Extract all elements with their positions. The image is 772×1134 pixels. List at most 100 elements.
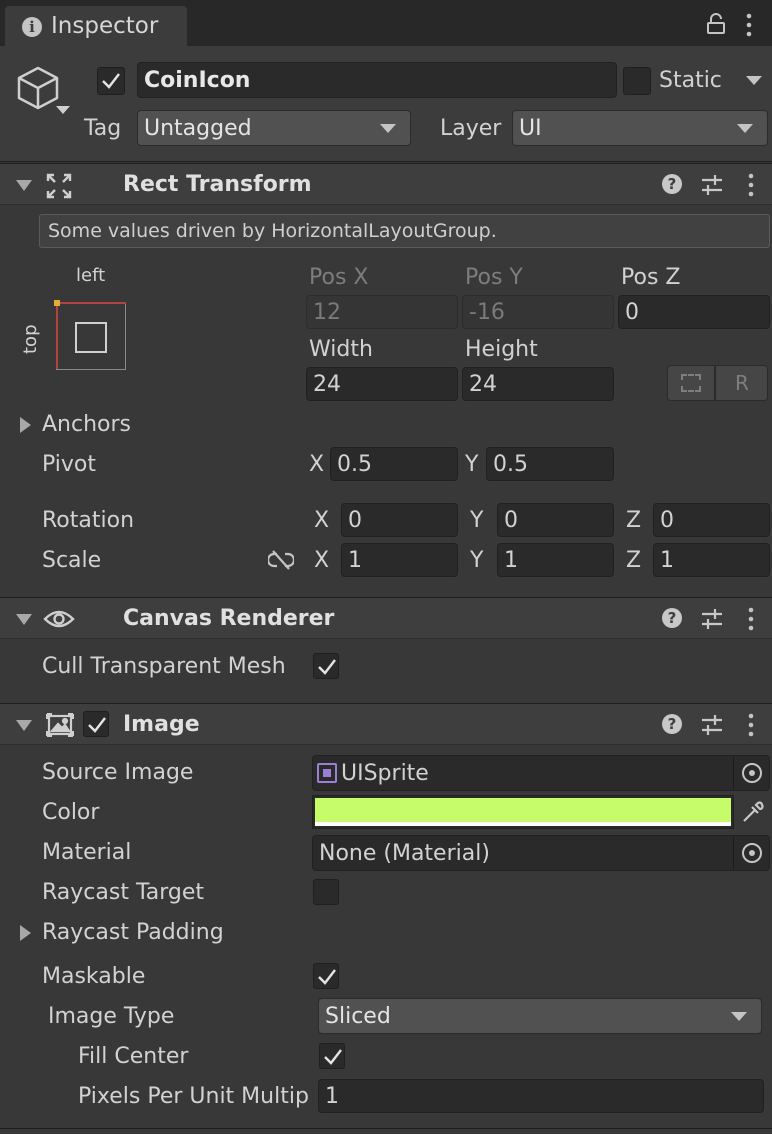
posx-field[interactable]: 12 [306, 295, 458, 329]
scale-x-field[interactable]: 1 [341, 543, 458, 577]
posy-field[interactable]: -16 [462, 295, 614, 329]
anchor-preset-h-label: left [76, 265, 106, 286]
color-label: Color [42, 800, 100, 825]
width-field[interactable]: 24 [306, 367, 458, 401]
image-header[interactable]: Image ? [0, 703, 772, 745]
static-checkbox[interactable] [623, 67, 651, 95]
width-label: Width [309, 337, 373, 362]
foldout-arrow-icon[interactable] [16, 720, 32, 731]
anchor-edge-left [56, 303, 58, 369]
scale-y-value: 1 [504, 547, 518, 573]
rect-transform-icon [46, 173, 72, 205]
rect-transform-header[interactable]: Rect Transform ? [0, 163, 772, 205]
gameobject-cube-icon[interactable] [15, 64, 71, 126]
width-value: 24 [313, 371, 341, 397]
image-component-icon [45, 712, 75, 743]
scale-z-field[interactable]: 1 [653, 543, 770, 577]
constrain-proportions-icon[interactable] [266, 549, 296, 577]
height-value: 24 [469, 371, 497, 397]
foldout-arrow-icon[interactable] [16, 614, 32, 625]
presets-icon[interactable] [701, 714, 723, 742]
posy-label: Pos Y [465, 265, 523, 290]
help-icon[interactable]: ? [662, 608, 682, 628]
rotation-label: Rotation [42, 508, 135, 533]
height-label: Height [465, 337, 538, 362]
pivot-y-field[interactable]: 0.5 [486, 447, 614, 481]
driven-notice-text: Some values driven by HorizontalLayoutGr… [48, 220, 497, 242]
object-picker-button[interactable] [733, 836, 769, 870]
anchor-preset-v-label: top [20, 324, 41, 355]
source-image-field[interactable]: UISprite [312, 755, 770, 791]
static-label: Static [659, 68, 722, 93]
canvas-renderer-header[interactable]: Canvas Renderer ? [0, 597, 772, 639]
image-type-dropdown[interactable]: Sliced [318, 998, 762, 1034]
help-icon[interactable]: ? [662, 174, 682, 194]
pivot-x-value: 0.5 [337, 451, 372, 477]
pivot-x-field[interactable]: 0.5 [330, 447, 458, 481]
eyedropper-icon[interactable] [741, 800, 765, 830]
posx-value: 12 [313, 299, 341, 325]
component-menu-icon[interactable] [747, 607, 755, 637]
presets-icon[interactable] [701, 174, 723, 202]
alpha-bar [315, 822, 731, 826]
rot-y-value: 0 [504, 507, 518, 533]
rot-z-field[interactable]: 0 [653, 503, 770, 537]
fill-center-checkbox[interactable] [319, 1043, 345, 1069]
gameobject-name: CoinIcon [144, 67, 251, 93]
tag-value: Untagged [144, 115, 252, 141]
anchors-foldout-icon[interactable] [20, 417, 31, 433]
rect-transform-title: Rect Transform [123, 172, 312, 197]
source-image-value: UISprite [341, 760, 429, 786]
tab-menu-icon[interactable] [745, 13, 753, 43]
tab-title: Inspector [51, 13, 159, 39]
pixels-per-unit-field[interactable]: 1 [318, 1079, 764, 1113]
anchors-label[interactable]: Anchors [42, 414, 131, 436]
tag-dropdown[interactable]: Untagged [137, 110, 411, 146]
raycast-target-checkbox[interactable] [313, 879, 339, 905]
raw-edit-label: R [735, 371, 749, 395]
static-dropdown-arrow-icon[interactable] [746, 76, 762, 85]
component-menu-icon[interactable] [747, 713, 755, 743]
material-label: Material [42, 840, 132, 865]
raycast-padding-foldout-icon[interactable] [20, 925, 31, 941]
raw-edit-button[interactable]: R [715, 365, 768, 401]
rot-z-value: 0 [660, 507, 674, 533]
scale-y-field[interactable]: 1 [497, 543, 614, 577]
image-enabled-checkbox[interactable] [83, 711, 109, 737]
raycast-padding-label[interactable]: Raycast Padding [42, 922, 224, 944]
layer-dropdown[interactable]: UI [512, 110, 768, 146]
color-field[interactable] [312, 795, 734, 829]
image-type-label: Image Type [48, 1004, 175, 1029]
pixels-per-unit-value: 1 [325, 1083, 339, 1109]
pivot-y-value: 0.5 [493, 451, 528, 477]
help-icon[interactable]: ? [662, 714, 682, 734]
presets-icon[interactable] [701, 608, 723, 636]
anchor-preset-button[interactable] [54, 300, 126, 370]
component-menu-icon[interactable] [747, 173, 755, 203]
image-type-value: Sliced [325, 1003, 391, 1029]
rot-y-field[interactable]: 0 [497, 503, 614, 537]
cull-transparent-mesh-checkbox[interactable] [313, 653, 339, 679]
gameobject-name-field[interactable]: CoinIcon [137, 62, 617, 98]
posz-label: Pos Z [621, 265, 681, 290]
foldout-arrow-icon[interactable] [16, 180, 32, 191]
chevron-down-icon [731, 1012, 747, 1021]
maskable-label: Maskable [42, 964, 146, 989]
image-title: Image [123, 712, 200, 737]
rot-x-field[interactable]: 0 [341, 503, 458, 537]
scale-x-value: 1 [348, 547, 362, 573]
source-image-label: Source Image [42, 760, 194, 785]
inspector-tab[interactable]: i Inspector [5, 6, 187, 46]
material-field[interactable]: None (Material) [312, 835, 770, 871]
scale-label: Scale [42, 548, 102, 573]
rot-y-label: Y [470, 508, 484, 533]
height-field[interactable]: 24 [462, 367, 614, 401]
sprite-icon [317, 763, 337, 783]
active-checkbox[interactable] [97, 67, 125, 95]
maskable-checkbox[interactable] [313, 963, 339, 989]
lock-icon[interactable] [707, 13, 725, 41]
object-picker-button[interactable] [733, 756, 769, 790]
posz-field[interactable]: 0 [618, 295, 770, 329]
rot-x-value: 0 [348, 507, 362, 533]
blueprint-mode-button[interactable] [667, 365, 715, 401]
